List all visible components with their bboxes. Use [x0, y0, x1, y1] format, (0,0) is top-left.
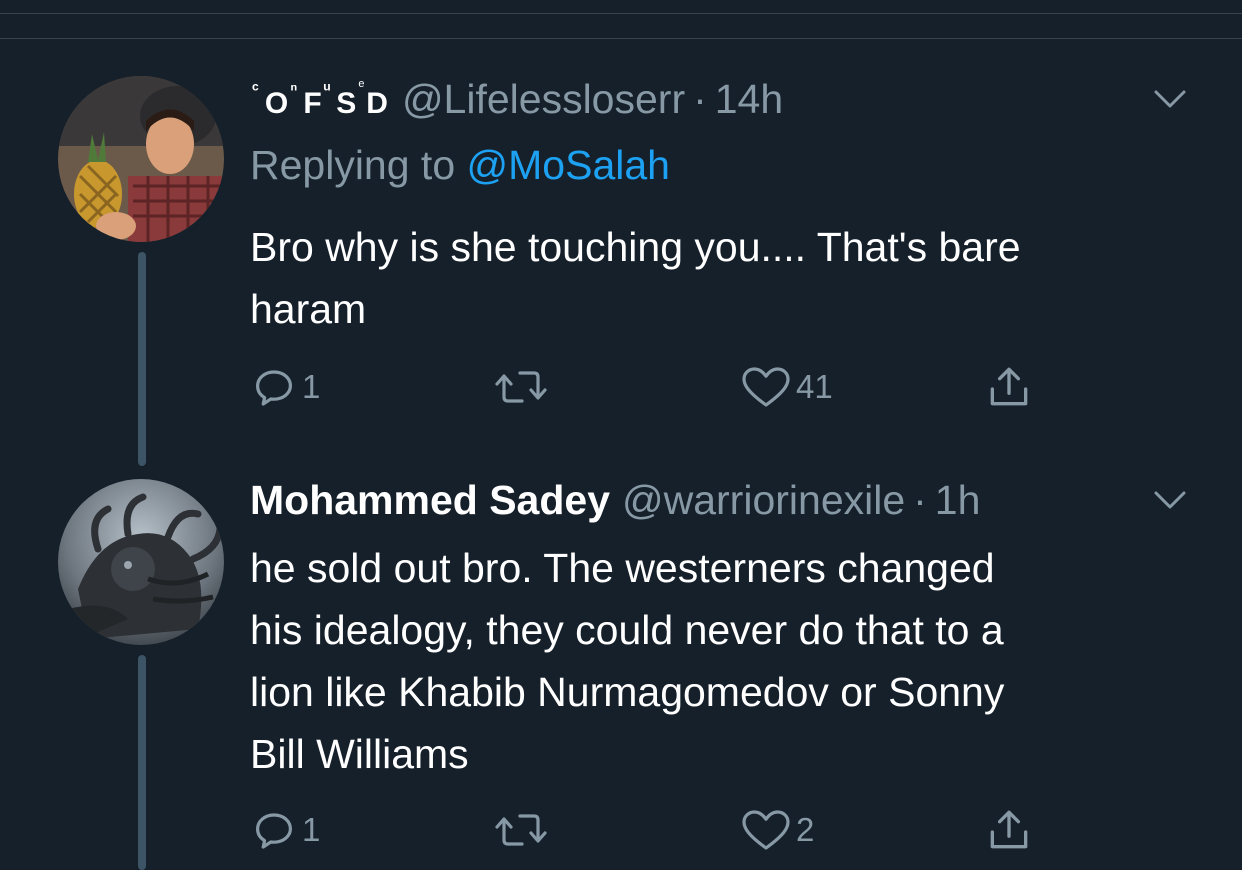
retweet-icon [495, 814, 547, 846]
tweet-text-line: he sold out bro. The westerners changed [250, 545, 995, 591]
share-icon [990, 367, 1028, 406]
name-part: ⁿ [290, 79, 298, 99]
tweet-header: ᶜ O ⁿ F ᵘ S ᵉ D @Lifelessloserr · 14h [250, 76, 783, 126]
name-part: D [366, 87, 388, 120]
tweet-header: Mohammed Sadey @warriorinexile · 1h [250, 477, 980, 527]
reply-count: 1 [302, 811, 321, 848]
avatar-icon [58, 479, 224, 645]
replying-prefix: Replying to [250, 142, 456, 188]
name-part: O [264, 87, 289, 120]
share-button[interactable] [984, 805, 1034, 855]
retweet-button[interactable] [494, 805, 548, 855]
tweet-1[interactable]: ᶜ O ⁿ F ᵘ S ᵉ D @Lifelessloserr · 14h Re… [0, 0, 1242, 466]
tweet-text-line: Bro why is she touching you.... That's b… [250, 224, 1021, 270]
reply-button[interactable]: 1 [250, 805, 320, 855]
like-icon [742, 810, 790, 850]
timeline: ᶜ O ⁿ F ᵘ S ᵉ D @Lifelessloserr · 14h Re… [0, 0, 1242, 870]
tweet-2[interactable]: Mohammed Sadey @warriorinexile · 1h he s… [0, 465, 1242, 870]
author-handle[interactable]: @warriorinexile [622, 477, 905, 524]
author-display-name[interactable]: ᶜ O ⁿ F ᵘ S ᵉ D [250, 78, 388, 121]
avatar-warriorinexile[interactable] [58, 479, 224, 645]
tweet-text: Bro why is she touching you.... That's b… [250, 216, 1190, 340]
tweet-text-line: Bill Williams [250, 731, 469, 777]
like-button[interactable]: 2 [740, 805, 814, 855]
thread-connector [138, 655, 146, 870]
separator-dot: · [693, 76, 707, 122]
reply-button[interactable]: 1 [250, 362, 320, 412]
tweet-text-line: his idealogy, they could never do that t… [250, 607, 1004, 653]
retweet-button[interactable] [494, 362, 548, 412]
author-display-name[interactable]: Mohammed Sadey [250, 477, 610, 524]
retweet-icon [495, 371, 547, 403]
chevron-down-icon[interactable] [1150, 84, 1190, 114]
like-icon [742, 367, 790, 407]
author-handle[interactable]: @Lifelessloserr [402, 76, 685, 123]
reply-count: 1 [302, 368, 321, 405]
share-button[interactable] [984, 362, 1034, 412]
name-part: ᵉ [358, 78, 365, 95]
tweet-timestamp[interactable]: 14h [715, 76, 783, 123]
thread-connector [138, 252, 146, 466]
share-icon [990, 810, 1028, 849]
tweet-actions: 1 2 [250, 805, 1050, 855]
name-part: ᶜ [252, 79, 259, 99]
name-part: S [336, 87, 357, 120]
name-part: ᵘ [323, 79, 331, 99]
mention-link[interactable]: @MoSalah [467, 142, 670, 188]
like-count: 2 [796, 811, 815, 848]
avatar-icon [58, 76, 224, 242]
chevron-down-icon[interactable] [1150, 485, 1190, 515]
tweet-text: he sold out bro. The westerners changed … [250, 537, 1190, 785]
tweet-text-line: lion like Khabib Nurmagomedov or Sonny [250, 669, 1005, 715]
separator-dot: · [913, 477, 927, 523]
replying-to: Replying to @MoSalah [250, 142, 670, 189]
avatar-lifelessloserr[interactable] [58, 76, 224, 242]
like-count: 41 [796, 368, 833, 405]
name-part: F [303, 87, 322, 120]
like-button[interactable]: 41 [740, 362, 833, 412]
tweet-timestamp[interactable]: 1h [935, 477, 981, 524]
reply-icon [256, 370, 292, 406]
tweet-actions: 1 41 [250, 362, 1050, 412]
reply-icon [256, 813, 292, 849]
tweet-text-line: haram [250, 286, 367, 332]
